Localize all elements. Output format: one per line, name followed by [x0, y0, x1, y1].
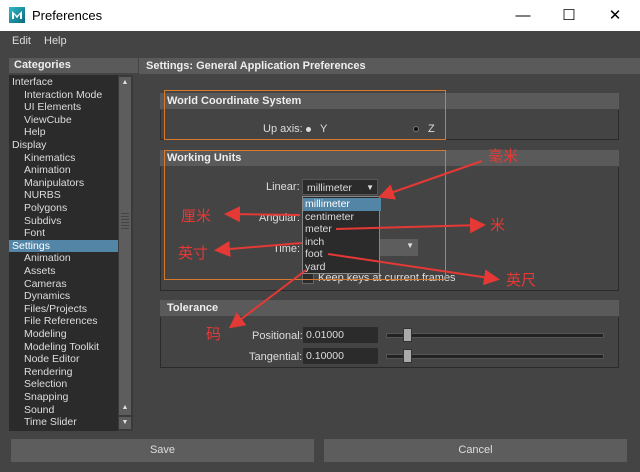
category-item-modeling-toolkit[interactable]: Modeling Toolkit	[9, 341, 118, 354]
categories-list: Interface Interaction Mode UI Elements View…	[9, 75, 118, 431]
category-item-manipulators[interactable]: Manipulators	[9, 177, 118, 190]
menu-help[interactable]: Help	[44, 35, 67, 47]
category-item-files-projects[interactable]: Files/Projects	[9, 303, 118, 316]
category-item-kinematics[interactable]: Kinematics	[9, 152, 118, 165]
maya-app-icon	[9, 7, 25, 23]
tangential-slider[interactable]	[386, 354, 604, 359]
positional-slider-handle[interactable]	[403, 328, 413, 342]
scroll-up-icon-lower[interactable]: ▲	[119, 402, 131, 414]
annotation-inch: 英寸	[178, 244, 209, 262]
category-item-snapping[interactable]: Snapping	[9, 391, 118, 404]
category-item-interaction-mode[interactable]: Interaction Mode	[9, 89, 118, 102]
tolerance-body	[160, 317, 619, 368]
settings-header: Settings: General Application Preference…	[139, 58, 640, 74]
window-title: Preferences	[32, 8, 103, 23]
tangential-slider-handle[interactable]	[403, 349, 413, 363]
category-item-help[interactable]: Help	[9, 126, 118, 139]
scroll-down-icon[interactable]: ▼	[119, 417, 131, 429]
positional-label: Positional:	[252, 330, 303, 342]
annotation-meter: 米	[490, 216, 506, 234]
cancel-button[interactable]: Cancel	[324, 439, 627, 462]
minimize-button[interactable]: —	[500, 0, 546, 31]
scroll-up-icon[interactable]: ▲	[119, 77, 131, 89]
category-item-node-editor[interactable]: Node Editor	[9, 353, 118, 366]
tolerance-header[interactable]: Tolerance	[160, 300, 619, 316]
category-item-settings[interactable]: Settings	[9, 239, 118, 253]
menu-bar: Edit Help	[0, 31, 640, 53]
scroll-thumb[interactable]	[119, 89, 131, 415]
category-item-cameras[interactable]: Cameras	[9, 278, 118, 291]
category-item-assets[interactable]: Assets	[9, 265, 118, 278]
close-button[interactable]: ✕	[592, 0, 638, 31]
category-item-display[interactable]: Display	[9, 139, 118, 152]
menu-edit[interactable]: Edit	[12, 35, 31, 47]
annotation-centimeter: 厘米	[181, 207, 212, 225]
annotation-millimeter: 毫米	[488, 147, 519, 165]
category-item-animation[interactable]: Animation	[9, 252, 118, 265]
tangential-label: Tangential:	[249, 351, 303, 363]
category-item-animation[interactable]: Animation	[9, 164, 118, 177]
annotation-yard: 码	[206, 325, 222, 343]
world-highlight-box	[164, 90, 446, 140]
save-button[interactable]: Save	[11, 439, 314, 462]
category-item-ui-elements[interactable]: UI Elements	[9, 101, 118, 114]
category-item-file-references[interactable]: File References	[9, 315, 118, 328]
positional-field[interactable]: 0.01000	[303, 327, 378, 343]
categories-scrollbar[interactable]: ▲ ▲ ▼	[118, 75, 133, 431]
category-item-dynamics[interactable]: Dynamics	[9, 290, 118, 303]
categories-header: Categories	[9, 58, 138, 73]
tangential-field[interactable]: 0.10000	[303, 348, 378, 364]
category-item-interface[interactable]: Interface	[9, 76, 118, 89]
category-item-nurbs[interactable]: NURBS	[9, 189, 118, 202]
category-item-font[interactable]: Font	[9, 227, 118, 240]
category-item-selection[interactable]: Selection	[9, 378, 118, 391]
title-bar: Preferences — ☐ ✕	[0, 0, 640, 31]
scroll-grip[interactable]	[121, 213, 129, 231]
category-item-time-slider[interactable]: Time Slider	[9, 416, 118, 429]
maximize-button[interactable]: ☐	[546, 0, 592, 31]
category-item-sound[interactable]: Sound	[9, 404, 118, 417]
positional-slider[interactable]	[386, 333, 604, 338]
annotation-foot: 英尺	[506, 271, 537, 289]
category-item-viewcube[interactable]: ViewCube	[9, 114, 118, 127]
category-item-subdivs[interactable]: Subdivs	[9, 215, 118, 228]
category-item-rendering[interactable]: Rendering	[9, 366, 118, 379]
category-item-modeling[interactable]: Modeling	[9, 328, 118, 341]
category-item-polygons[interactable]: Polygons	[9, 202, 118, 215]
